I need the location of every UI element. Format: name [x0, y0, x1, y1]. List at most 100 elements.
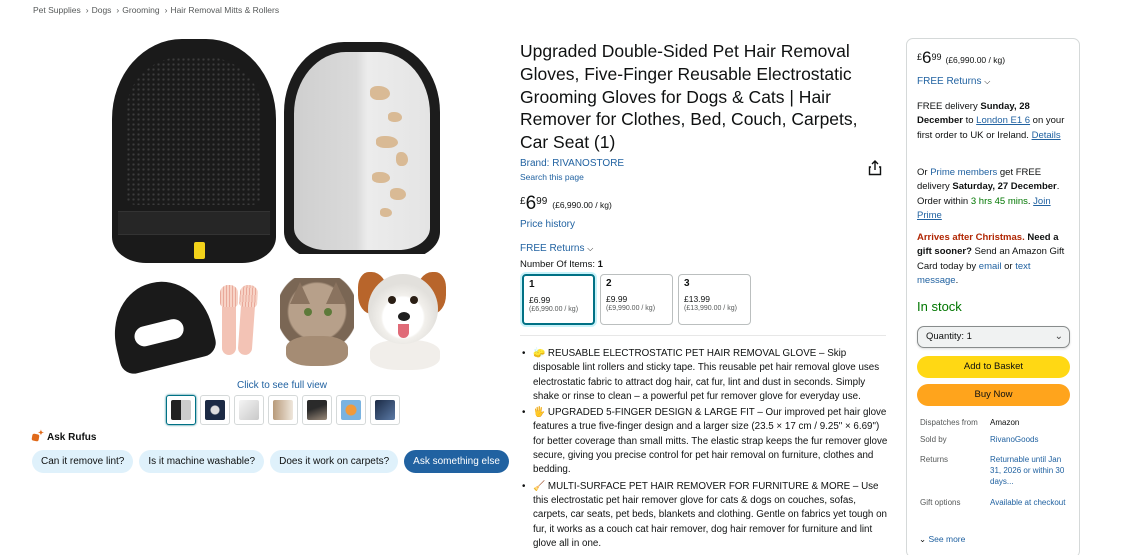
thumbnail-strip: [166, 395, 400, 425]
option-unit-price: (£9,990.00 / kg): [606, 305, 656, 312]
prime-members-link[interactable]: Prime members: [930, 167, 997, 178]
rufus-chip-washable[interactable]: Is it machine washable?: [139, 450, 265, 473]
feature-bullet: 🧹 MULTI-SURFACE PET HAIR REMOVER FOR FUR…: [522, 480, 890, 551]
feature-bullet: 🖐 UPGRADED 5-FINGER DESIGN & LARGE FIT –…: [522, 406, 890, 477]
thumbnail[interactable]: [302, 395, 332, 425]
thumbnail[interactable]: [370, 395, 400, 425]
option-unit-price: (£6,990.00 / kg): [529, 306, 579, 313]
info-key: Sold by: [920, 435, 947, 444]
see-more-label: See more: [928, 534, 966, 544]
breadcrumb-pet-supplies[interactable]: Pet Supplies: [33, 5, 81, 15]
breadcrumb-hair-removal[interactable]: Hair Removal Mitts & Rollers: [170, 5, 279, 15]
prime-delivery-date: Saturday, 27 December: [952, 181, 1057, 193]
search-this-page-link[interactable]: Search this page: [520, 172, 890, 182]
price-whole: 6: [922, 48, 932, 67]
option-price: £6.99: [529, 295, 551, 305]
see-more-link[interactable]: ⌄ See more: [919, 532, 965, 546]
chevron-down-icon: ⌄: [1054, 331, 1063, 342]
buy-now-button[interactable]: Buy Now: [917, 384, 1070, 406]
glove-worn-image: [103, 271, 219, 377]
delivery-prefix: FREE delivery: [917, 101, 981, 112]
rufus-icon: [32, 429, 44, 443]
click-to-see-full-view[interactable]: Click to see full view: [237, 380, 327, 391]
breadcrumb-dogs[interactable]: Dogs: [92, 5, 112, 15]
divider: [520, 335, 886, 336]
add-to-basket-button[interactable]: Add to Basket: [917, 356, 1070, 378]
finger-brush-image: [237, 284, 257, 356]
prime-countdown: 3 hrs 45 mins: [970, 195, 1028, 207]
option-count: 3: [684, 278, 690, 289]
delivery-location-link[interactable]: London E1 6: [976, 115, 1030, 126]
main-product-image[interactable]: [103, 36, 458, 377]
cat-and-dog-image: [270, 254, 458, 374]
chevron-down-icon: ⌵: [587, 244, 594, 253]
seller-link[interactable]: RivanoGoods: [990, 435, 1066, 446]
feature-bullets: 🧽 REUSABLE ELECTROSTATIC PET HAIR REMOVA…: [522, 347, 890, 553]
prime-prefix: Or: [917, 167, 931, 178]
breadcrumb-separator: ›: [116, 5, 120, 15]
delivery-details-link[interactable]: Details: [1032, 130, 1061, 141]
prime-delivery-info: Or Prime members get FREE delivery Satur…: [917, 167, 1060, 221]
option-count: 2: [606, 278, 612, 289]
thumbnail[interactable]: [234, 395, 264, 425]
number-of-items-label: Number Of Items: 1: [520, 259, 603, 270]
rufus-question-chips: Can it remove lint? Is it machine washab…: [32, 450, 509, 473]
ask-rufus-label: Ask Rufus: [47, 432, 97, 443]
chevron-down-icon: ⌄: [919, 534, 927, 544]
feature-bullet: 🧽 REUSABLE ELECTROSTATIC PET HAIR REMOVA…: [522, 347, 890, 404]
thumbnail[interactable]: [200, 395, 230, 425]
price-fraction: 99: [536, 196, 548, 207]
product-price: £ 6 99 (£6,990.00 / kg): [520, 193, 612, 214]
breadcrumb: Pet Supplies › Dogs › Grooming › Hair Removal …: [33, 5, 281, 15]
buybox-free-returns-link[interactable]: FREE Returns ⌵: [917, 75, 990, 89]
option-price: £13.99: [684, 294, 710, 304]
delivery-info: FREE delivery Sunday, 28 December to Lon…: [917, 100, 1073, 143]
christmas-alert: Arrives after Christmas.: [917, 232, 1025, 243]
brand-link[interactable]: Brand: RIVANOSTORE: [520, 158, 890, 169]
number-of-items-text: Number Of Items:: [520, 259, 595, 270]
buybox-price: £ 6 99 (£6,990.00 / kg): [917, 48, 1005, 67]
price-whole: 6: [525, 193, 537, 214]
option-3-items[interactable]: 3 £13.99 (£13,990.00 / kg): [678, 274, 751, 325]
info-value: Amazon: [990, 418, 1020, 427]
free-returns-link[interactable]: FREE Returns ⌵: [520, 243, 593, 254]
gift-card-email-link[interactable]: email: [979, 261, 1002, 272]
price-history-link[interactable]: Price history: [520, 219, 575, 230]
glove-back-image: [112, 39, 276, 263]
option-price: £9.99: [606, 294, 628, 304]
product-title: Upgraded Double-Sided Pet Hair Removal G…: [520, 41, 858, 153]
thumbnail[interactable]: [268, 395, 298, 425]
rufus-chip-lint[interactable]: Can it remove lint?: [32, 450, 134, 473]
returns-policy-link[interactable]: Returnable until Jan 31, 2026 or within …: [990, 455, 1066, 487]
quantity-select[interactable]: Quantity: 1 ⌄: [917, 326, 1070, 348]
finger-brush-image: [220, 285, 238, 355]
rufus-chip-ask-something-else[interactable]: Ask something else: [404, 450, 509, 473]
gift-card-end: .: [955, 274, 959, 286]
delivery-to: to: [962, 115, 977, 127]
buy-box: £ 6 99 (£6,990.00 / kg) FREE Returns ⌵ F…: [906, 38, 1080, 555]
chevron-down-icon: ⌵: [984, 77, 991, 86]
option-2-items[interactable]: 2 £9.99 (£9,990.00 / kg): [600, 274, 673, 325]
thumbnail[interactable]: [336, 395, 366, 425]
rufus-chip-carpets[interactable]: Does it work on carpets?: [270, 450, 399, 473]
free-returns-label: FREE Returns: [917, 76, 982, 87]
info-key: Gift options: [920, 498, 961, 507]
breadcrumb-separator: ›: [164, 5, 168, 15]
thumbnail[interactable]: [166, 395, 196, 425]
gift-options-link[interactable]: Available at checkout: [990, 498, 1066, 509]
free-returns-label: FREE Returns: [520, 243, 585, 254]
info-key: Dispatches from: [920, 418, 978, 427]
option-1-item[interactable]: 1 £6.99 (£6,990.00 / kg): [522, 274, 595, 325]
option-count: 1: [529, 279, 535, 290]
info-key: Returns: [920, 455, 949, 464]
breadcrumb-separator: ›: [85, 5, 89, 15]
number-of-items-options: 1 £6.99 (£6,990.00 / kg) 2 £9.99 (£9,990…: [522, 274, 751, 325]
product-details: Upgraded Double-Sided Pet Hair Removal G…: [520, 40, 890, 182]
ask-rufus: Ask Rufus: [32, 429, 97, 443]
option-unit-price: (£13,990.00 / kg): [684, 305, 737, 312]
breadcrumb-grooming[interactable]: Grooming: [122, 5, 159, 15]
number-of-items-value: 1: [597, 259, 603, 270]
quantity-value: Quantity: 1: [926, 331, 972, 342]
stock-status: In stock: [917, 299, 962, 314]
share-icon[interactable]: [867, 160, 883, 176]
